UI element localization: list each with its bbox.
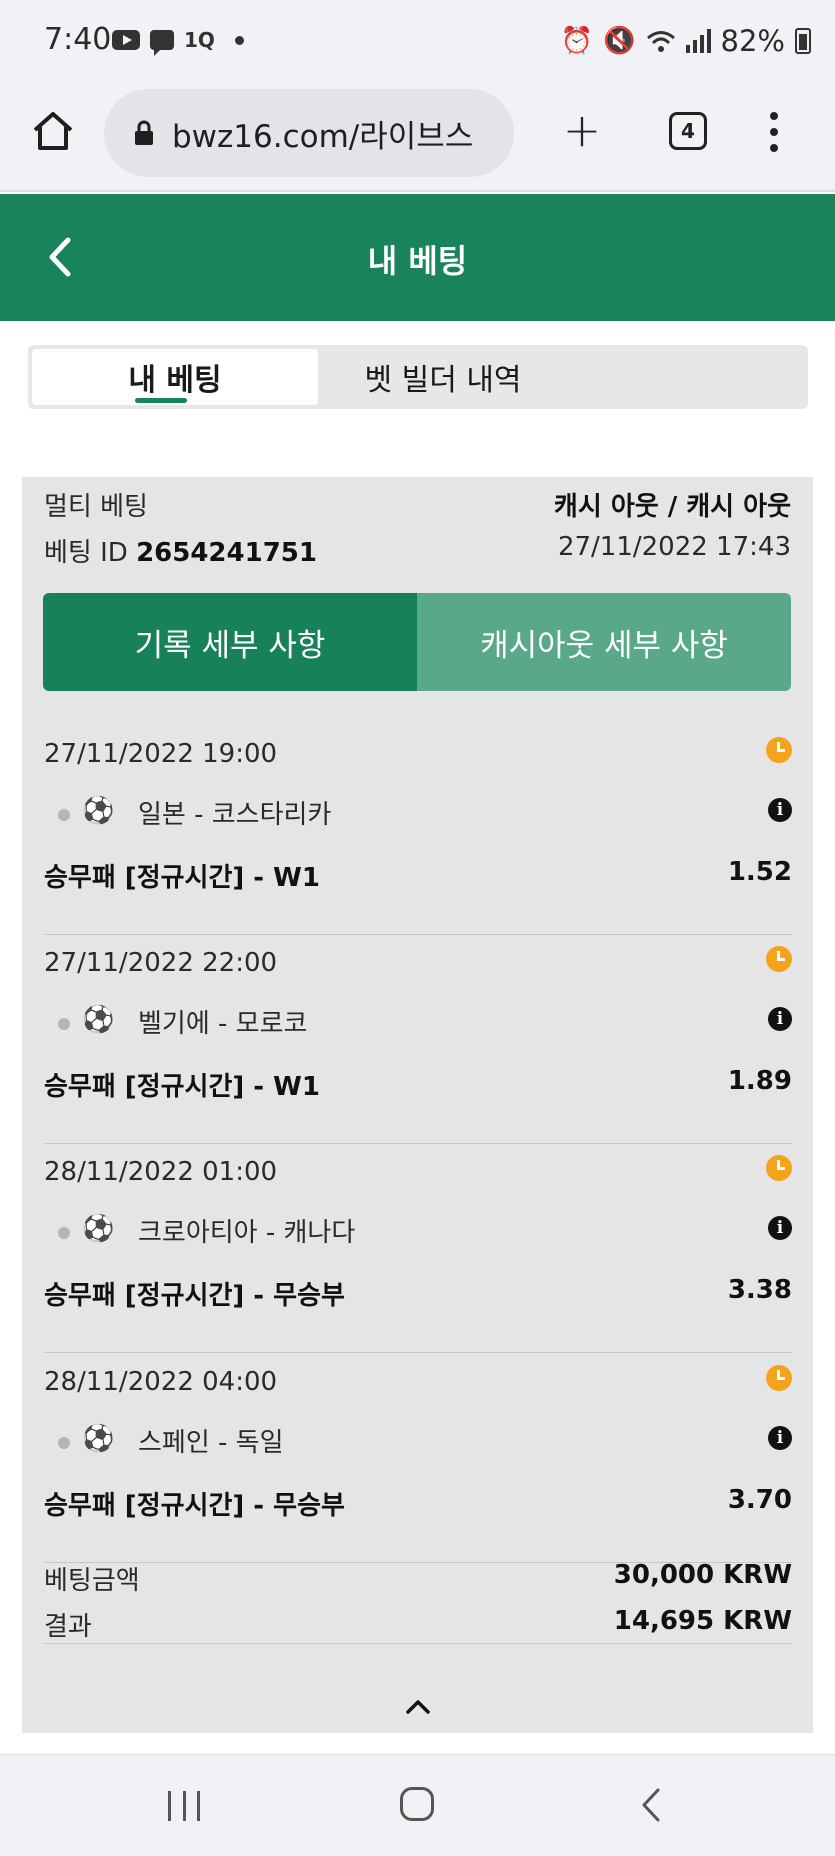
back-nav-icon[interactable] — [640, 1787, 662, 1823]
soccer-ball-icon: ⚽ — [82, 796, 115, 826]
tab-label: 내 베팅 — [128, 363, 222, 398]
selection-match: 스페인 - 독일 — [138, 1428, 284, 1458]
result-label: 결과 — [44, 1612, 92, 1642]
selection-date: 28/11/2022 01:00 — [44, 1157, 278, 1187]
history-details-button[interactable]: 기록 세부 사항 — [43, 593, 417, 691]
more-notifications-dot — [234, 35, 244, 45]
home-icon[interactable] — [30, 108, 76, 154]
page-title: 내 베팅 — [367, 242, 468, 280]
selection-date: 27/11/2022 22:00 — [44, 948, 278, 978]
info-icon[interactable]: i — [768, 1216, 792, 1240]
selection-market: 승무패 [정규시간] - 무승부 — [44, 1491, 345, 1521]
soccer-ball-icon: ⚽ — [82, 1214, 115, 1244]
status-system-icons: ⏰ 🔇 82% — [561, 24, 811, 58]
bet-id-value: 2654241751 — [136, 538, 317, 568]
browser-menu-icon[interactable] — [764, 112, 784, 152]
bet-type-label: 멀티 베팅 — [44, 492, 148, 522]
result-value: 14,695 KRW — [613, 1606, 792, 1636]
selection-odds: 3.38 — [727, 1275, 792, 1305]
status-dot — [58, 1018, 70, 1030]
stake-label: 베팅금액 — [44, 1566, 140, 1596]
selection-match: 크로아티아 - 캐나다 — [138, 1218, 356, 1248]
home-nav-icon[interactable] — [400, 1787, 434, 1821]
detail-buttons: 기록 세부 사항 캐시아웃 세부 사항 — [43, 593, 791, 691]
selection-odds: 3.70 — [727, 1485, 792, 1515]
selection-odds: 1.89 — [727, 1066, 792, 1096]
selection-market: 승무패 [정규시간] - W1 — [44, 863, 320, 893]
status-notifications: 1Q — [112, 28, 244, 56]
selection-date: 27/11/2022 19:00 — [44, 739, 278, 769]
selection-market: 승무패 [정규시간] - 무승부 — [44, 1281, 345, 1311]
cashout-details-button[interactable]: 캐시아웃 세부 사항 — [417, 593, 791, 691]
selection-match: 일본 - 코스타리카 — [138, 800, 332, 830]
chat-icon — [150, 30, 174, 56]
status-time: 7:40 — [44, 22, 112, 57]
app-1q-icon: 1Q — [184, 28, 215, 52]
status-dot — [58, 1227, 70, 1239]
clock-icon — [766, 737, 792, 763]
result-row: 결과 14,695 KRW — [44, 1606, 792, 1643]
new-tab-button[interactable]: + — [560, 107, 604, 154]
selection-date: 28/11/2022 04:00 — [44, 1367, 278, 1397]
active-tab-indicator — [135, 398, 187, 403]
youtube-icon — [112, 30, 140, 50]
bet-card: 멀티 베팅 캐시 아웃 / 캐시 아웃 베팅 ID 2654241751 27/… — [22, 477, 813, 1733]
signal-icon — [685, 29, 711, 53]
status-dot — [58, 1437, 70, 1449]
clock-icon — [766, 1365, 792, 1391]
bet-datetime: 27/11/2022 17:43 — [557, 532, 791, 562]
battery-icon — [795, 28, 811, 54]
bet-selection: 27/11/2022 19:00 ⚽ 일본 - 코스타리카 i 승무패 [정규시… — [44, 737, 792, 935]
bet-id-label: 베팅 ID — [44, 538, 128, 568]
wifi-icon — [646, 31, 675, 52]
system-nav-bar — [0, 1754, 835, 1856]
soccer-ball-icon: ⚽ — [82, 1424, 115, 1454]
info-icon[interactable]: i — [768, 1426, 792, 1450]
bet-id-row: 베팅 ID 2654241751 27/11/2022 17:43 — [44, 532, 791, 569]
stake-row: 베팅금액 30,000 KRW — [44, 1560, 792, 1597]
battery-percent: 82% — [720, 24, 785, 58]
tab-switcher-button[interactable]: 4 — [669, 112, 707, 150]
selection-market: 승무패 [정규시간] - W1 — [44, 1072, 320, 1102]
bet-tabs: 내 베팅 벳 빌더 내역 — [28, 345, 808, 409]
lock-icon — [135, 120, 153, 145]
url-text: bwz16.com/라이브스 — [172, 118, 474, 155]
selection-odds: 1.52 — [727, 857, 792, 887]
stake-value: 30,000 KRW — [613, 1560, 792, 1590]
mute-icon: 🔇 — [603, 26, 636, 56]
address-bar[interactable]: bwz16.com/라이브스 — [104, 89, 514, 177]
status-bar: 7:40 1Q ⏰ 🔇 82% — [0, 0, 835, 84]
app-header: 내 베팅 — [0, 194, 835, 321]
alarm-icon: ⏰ — [560, 26, 594, 56]
soccer-ball-icon: ⚽ — [82, 1005, 115, 1035]
browser-toolbar: bwz16.com/라이브스 + 4 — [0, 84, 835, 192]
clock-icon — [766, 946, 792, 972]
bet-selection: 28/11/2022 01:00 ⚽ 크로아티아 - 캐나다 i 승무패 [정규… — [44, 1155, 792, 1353]
bet-type-row: 멀티 베팅 캐시 아웃 / 캐시 아웃 — [44, 486, 791, 523]
recent-apps-icon[interactable] — [168, 1791, 200, 1821]
status-dot — [58, 809, 70, 821]
divider — [44, 1643, 792, 1644]
tab-bet-builder-history[interactable]: 벳 빌더 내역 — [318, 349, 568, 405]
bet-selection: 27/11/2022 22:00 ⚽ 벨기에 - 모로코 i 승무패 [정규시간… — [44, 946, 792, 1144]
info-icon[interactable]: i — [768, 798, 792, 822]
tab-my-bets[interactable]: 내 베팅 — [32, 349, 318, 405]
bet-selection: 28/11/2022 04:00 ⚽ 스페인 - 독일 i 승무패 [정규시간]… — [44, 1365, 792, 1563]
chevron-up-icon[interactable] — [405, 1699, 431, 1715]
info-icon[interactable]: i — [768, 1007, 792, 1031]
clock-icon — [766, 1155, 792, 1181]
bet-status: 캐시 아웃 / 캐시 아웃 — [553, 492, 791, 522]
selection-match: 벨기에 - 모로코 — [138, 1009, 308, 1039]
